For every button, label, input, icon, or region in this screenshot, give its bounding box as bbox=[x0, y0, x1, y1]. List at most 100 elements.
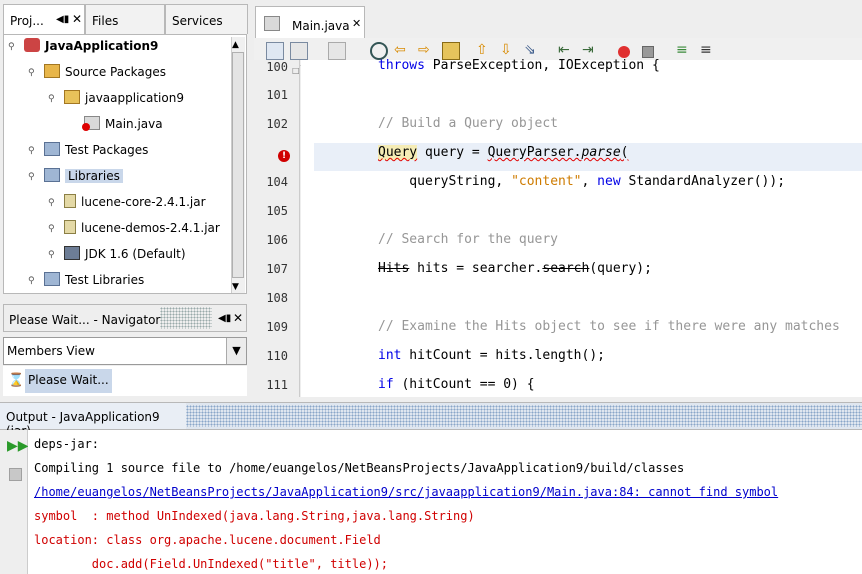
tree-node-label: Main.java bbox=[105, 117, 163, 131]
collapse-icon[interactable]: ⚲ bbox=[28, 69, 37, 78]
output-line: location: class org.apache.lucene.docume… bbox=[34, 533, 381, 547]
output-line: deps-jar: bbox=[34, 437, 100, 451]
tree-node-jar[interactable]: lucene-core-2.4.1.jar bbox=[64, 191, 206, 213]
tree-node-libraries[interactable]: Libraries bbox=[44, 165, 123, 187]
members-view-select[interactable]: Members View bbox=[3, 337, 247, 365]
chevron-down-icon[interactable]: ▼ bbox=[226, 338, 246, 364]
line-number: 102 bbox=[266, 117, 288, 131]
minimize-icon[interactable]: ◀▮ bbox=[218, 313, 231, 324]
code-line: // Search for the query bbox=[378, 232, 559, 247]
drag-handle[interactable] bbox=[186, 405, 862, 427]
line-number: 110 bbox=[266, 349, 288, 363]
code-line: int hitCount = hits.length(); bbox=[378, 348, 605, 363]
collapse-icon[interactable]: ⚲ bbox=[28, 173, 37, 182]
scroll-up-icon[interactable]: ▲ bbox=[232, 40, 239, 50]
code-line: // Build a Query object bbox=[378, 116, 559, 131]
tree-node-project[interactable]: JavaApplication9 bbox=[24, 35, 158, 57]
navigator-title: Please Wait... - Navigator bbox=[9, 313, 161, 327]
editor-gutter bbox=[254, 60, 300, 397]
navigator-status-text: Please Wait... bbox=[28, 373, 109, 387]
tab-main-java-label: Main.java bbox=[292, 19, 350, 33]
code-line: // Examine the Hits object to see if the… bbox=[378, 319, 840, 334]
start-macro-icon[interactable] bbox=[618, 46, 630, 58]
line-number: 104 bbox=[266, 175, 288, 189]
output-line: Compiling 1 source file to /home/euangel… bbox=[34, 461, 685, 475]
jar-icon bbox=[64, 194, 76, 208]
error-icon[interactable]: ! bbox=[278, 150, 290, 162]
tree-node-package[interactable]: javaapplication9 bbox=[64, 87, 184, 109]
navigator-status: Please Wait... bbox=[25, 369, 112, 393]
line-number: 107 bbox=[266, 262, 288, 276]
code-editor[interactable] bbox=[301, 60, 862, 397]
uncomment-icon[interactable]: ≡ bbox=[700, 42, 718, 60]
expand-icon[interactable]: ⚲ bbox=[28, 277, 37, 286]
close-icon[interactable]: ✕ bbox=[72, 12, 82, 26]
jdk-icon bbox=[64, 246, 80, 260]
tab-services[interactable]: Services bbox=[165, 4, 248, 34]
hourglass-icon: ⌛ bbox=[8, 373, 25, 388]
tab-main-java[interactable]: Main.java ✕ bbox=[255, 6, 365, 38]
stop-icon bbox=[9, 468, 22, 481]
expand-icon[interactable]: ⚲ bbox=[48, 225, 57, 234]
tree-node-label: Test Libraries bbox=[65, 273, 145, 287]
close-icon[interactable]: ✕ bbox=[233, 311, 243, 325]
code-line: Hits hits = searcher.search(query); bbox=[378, 261, 652, 276]
tab-files[interactable]: Files bbox=[85, 4, 165, 34]
coffee-cup-project-icon bbox=[24, 38, 40, 52]
tree-scrollbar-thumb[interactable] bbox=[232, 52, 244, 278]
tree-node-label: Libraries bbox=[65, 169, 123, 183]
tree-node-source-packages[interactable]: Source Packages bbox=[44, 61, 166, 83]
line-number: 109 bbox=[266, 320, 288, 334]
jar-icon bbox=[64, 220, 76, 234]
collapse-icon[interactable]: ⚲ bbox=[8, 43, 17, 52]
minimize-icon[interactable]: ◀▮ bbox=[56, 14, 69, 25]
tree-node-label: javaapplication9 bbox=[85, 91, 184, 105]
comment-icon[interactable]: ≡ bbox=[676, 42, 694, 60]
code-line: if (hitCount == 0) { bbox=[378, 377, 535, 392]
collapse-icon[interactable]: ⚲ bbox=[48, 95, 57, 104]
line-number: 105 bbox=[266, 204, 288, 218]
tree-node-test-libraries[interactable]: Test Libraries bbox=[44, 269, 144, 291]
tab-projects-label: Proj... bbox=[10, 14, 44, 28]
drag-handle[interactable] bbox=[160, 307, 212, 329]
history-icon[interactable] bbox=[266, 42, 284, 60]
expand-icon[interactable]: ⚲ bbox=[48, 199, 57, 208]
tree-node-jar[interactable]: lucene-demos-2.4.1.jar bbox=[64, 217, 220, 239]
line-number: 101 bbox=[266, 88, 288, 102]
projects-tab-bar: Proj... ◀▮ ✕ Files Services bbox=[0, 4, 248, 34]
java-file-error-icon bbox=[264, 16, 280, 31]
forward-icon bbox=[328, 42, 346, 60]
library-folder-icon bbox=[44, 168, 60, 182]
output-tab[interactable]: Output - JavaApplication9 (jar) bbox=[0, 403, 186, 438]
test-folder-icon bbox=[44, 142, 60, 156]
tab-projects[interactable]: Proj... ◀▮ ✕ bbox=[3, 4, 85, 34]
fold-icon[interactable]: □ bbox=[292, 66, 300, 75]
tree-node-label: lucene-core-2.4.1.jar bbox=[81, 195, 206, 209]
expand-icon[interactable]: ⚲ bbox=[48, 251, 57, 260]
members-view-value: Members View bbox=[7, 344, 95, 358]
tab-files-label: Files bbox=[92, 14, 119, 28]
expand-icon[interactable]: ⚲ bbox=[28, 147, 37, 156]
output-console[interactable] bbox=[28, 430, 862, 574]
tree-node-main-java[interactable]: Main.java bbox=[82, 113, 163, 135]
output-line: doc.add(Field.UnIndexed("title", title))… bbox=[34, 557, 389, 571]
tree-node-label: JavaApplication9 bbox=[45, 39, 159, 53]
close-icon[interactable]: ✕ bbox=[352, 17, 361, 30]
package-folder-icon bbox=[44, 64, 60, 78]
line-number: 111 bbox=[266, 378, 288, 392]
tab-services-label: Services bbox=[172, 14, 223, 28]
package-icon bbox=[64, 90, 80, 104]
code-line: queryString, "content", new StandardAnal… bbox=[378, 174, 786, 189]
tree-node-label: lucene-demos-2.4.1.jar bbox=[81, 221, 220, 235]
scroll-down-icon[interactable]: ▼ bbox=[232, 282, 239, 292]
stop-macro-icon[interactable] bbox=[642, 46, 654, 58]
error-link[interactable]: /home/euangelos/NetBeansProjects/JavaApp… bbox=[34, 485, 778, 499]
java-file-error-icon bbox=[82, 116, 100, 131]
rerun-icon[interactable]: ▶▶ bbox=[7, 438, 29, 454]
back-icon[interactable] bbox=[290, 42, 308, 60]
tree-node-test-packages[interactable]: Test Packages bbox=[44, 139, 148, 161]
line-number: 100 bbox=[266, 60, 288, 74]
code-line: Query query = QueryParser.parse( bbox=[378, 145, 629, 160]
library-folder-icon bbox=[44, 272, 60, 286]
tree-node-jdk[interactable]: JDK 1.6 (Default) bbox=[64, 243, 186, 265]
